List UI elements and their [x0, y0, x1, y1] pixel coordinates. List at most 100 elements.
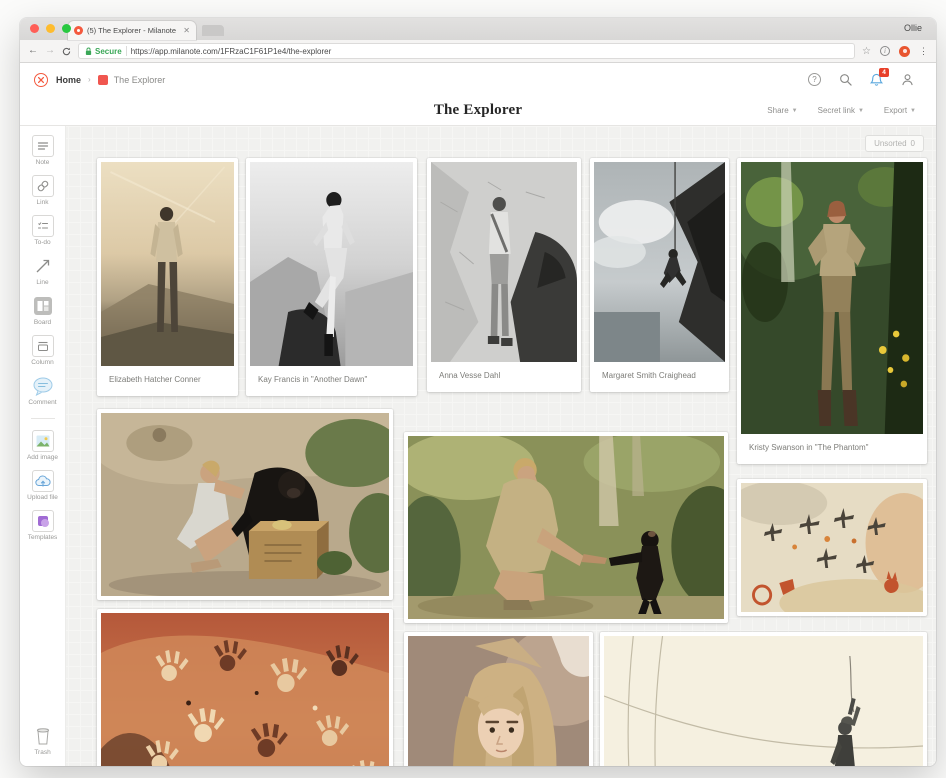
tool-column[interactable]: Column [20, 335, 65, 366]
board-icon [32, 295, 54, 317]
image-card-rock-art-animals[interactable] [737, 479, 927, 616]
breadcrumb-home[interactable]: Home [56, 75, 81, 85]
milanote-extension-icon[interactable] [899, 46, 910, 57]
app-header: Home › The Explorer ? 4 [20, 63, 936, 96]
tools-sidebar: Note Link To-do Line Board Column [20, 126, 66, 766]
tab-title: (5) The Explorer - Milanote [87, 26, 179, 35]
card-caption[interactable]: Margaret Smith Craighead [594, 362, 725, 388]
unsorted-badge[interactable]: Unsorted 0 [865, 135, 924, 152]
photo-jane-goodall-chimp-box [101, 413, 389, 596]
back-icon[interactable]: ← [28, 46, 38, 56]
templates-icon [32, 510, 54, 532]
tool-line[interactable]: Line [20, 255, 65, 286]
image-card-anna-vesse-dahl[interactable]: Anna Vesse Dahl [427, 158, 581, 392]
bookmark-star-icon[interactable]: ☆ [862, 46, 871, 57]
secret-link-button[interactable]: Secret link▼ [818, 106, 864, 115]
tool-trash[interactable]: Trash [20, 725, 65, 756]
photo-elizabeth-hatcher-conner [101, 162, 234, 366]
window-controls[interactable] [30, 24, 71, 33]
photo-anna-vesse-dahl [431, 162, 577, 362]
header-actions: ? 4 [808, 73, 914, 87]
browser-window: (5) The Explorer - Milanote ✕ Ollie ← → … [20, 18, 936, 766]
chevron-down-icon: ▼ [792, 108, 798, 114]
secure-indicator[interactable]: Secure [85, 47, 122, 56]
photo-illustrated-girl [408, 636, 589, 766]
new-tab-button[interactable] [202, 25, 224, 36]
photo-sketch-explorer [604, 636, 923, 766]
board-color-icon [98, 75, 108, 85]
address-bar[interactable]: Secure https://app.milanote.com/1FRzaC1F… [78, 43, 855, 59]
board-title-bar: The Explorer Share▼ Secret link▼ Export▼ [20, 96, 936, 126]
link-icon [32, 175, 54, 197]
comment-icon [32, 375, 54, 397]
image-card-cave-of-hands[interactable] [97, 609, 393, 766]
image-card-jane-goodall-reaching[interactable] [404, 432, 728, 623]
zoom-window-button[interactable] [62, 24, 71, 33]
image-card-margaret-smith-craighead[interactable]: Margaret Smith Craighead [590, 158, 729, 392]
browser-tab[interactable]: (5) The Explorer - Milanote ✕ [68, 21, 196, 40]
account-icon[interactable] [901, 73, 914, 86]
image-card-jane-goodall-box[interactable] [97, 409, 393, 600]
padlock-icon [85, 47, 92, 56]
breadcrumb-chevron-icon: › [88, 75, 91, 84]
chrome-actions: ☆ i ⋮ [862, 46, 928, 57]
notifications-bell-icon[interactable]: 4 [870, 73, 883, 87]
tool-templates[interactable]: Templates [20, 510, 65, 541]
breadcrumb-board[interactable]: The Explorer [114, 75, 166, 85]
tool-board[interactable]: Board [20, 295, 65, 326]
tab-close-icon[interactable]: ✕ [183, 26, 190, 35]
tool-upload-file[interactable]: Upload file [20, 470, 65, 501]
tool-link[interactable]: Link [20, 175, 65, 206]
photo-jane-goodall-reaching-chimp [408, 436, 724, 619]
minimize-window-button[interactable] [46, 24, 55, 33]
photo-kristy-swanson-the-phantom [741, 162, 923, 434]
toolbar-divider [31, 418, 55, 419]
browser-profile-name[interactable]: Ollie [904, 23, 922, 33]
tool-comment[interactable]: Comment [20, 375, 65, 406]
browser-menu-icon[interactable]: ⋮ [919, 46, 928, 57]
url-text: https://app.milanote.com/1FRzaC1F61P1e4/… [131, 47, 332, 56]
milanote-logo[interactable] [34, 73, 48, 87]
forward-icon: → [45, 46, 55, 56]
share-button[interactable]: Share▼ [767, 106, 797, 115]
secure-label: Secure [95, 47, 122, 56]
card-caption[interactable]: Kristy Swanson in "The Phantom" [741, 434, 923, 460]
image-card-kay-francis[interactable]: Kay Francis in "Another Dawn" [246, 158, 417, 396]
export-button[interactable]: Export▼ [884, 106, 916, 115]
note-icon [32, 135, 54, 157]
image-card-kristy-swanson[interactable]: Kristy Swanson in "The Phantom" [737, 158, 927, 464]
image-card-illustrated-girl[interactable] [404, 632, 593, 766]
arrow-icon [32, 255, 54, 277]
tool-note[interactable]: Note [20, 135, 65, 166]
tool-todo[interactable]: To-do [20, 215, 65, 246]
card-caption[interactable]: Kay Francis in "Another Dawn" [250, 366, 413, 392]
close-window-button[interactable] [30, 24, 39, 33]
info-icon[interactable]: i [880, 46, 890, 56]
divider [126, 46, 127, 56]
notification-badge: 4 [879, 68, 889, 77]
milanote-favicon [74, 26, 83, 35]
upload-icon [32, 470, 54, 492]
photo-kay-francis-another-dawn [250, 162, 413, 366]
image-card-elizabeth-hatcher-conner[interactable]: Elizabeth Hatcher Conner [97, 158, 238, 396]
photo-cave-of-hands [101, 613, 389, 766]
refresh-icon[interactable] [62, 47, 71, 56]
image-card-sketch-explorer[interactable] [600, 632, 927, 766]
board-menus: Share▼ Secret link▼ Export▼ [767, 96, 916, 125]
tool-add-image[interactable]: Add image [20, 430, 65, 461]
card-caption[interactable]: Elizabeth Hatcher Conner [101, 366, 234, 392]
chevron-down-icon: ▼ [910, 108, 916, 114]
board-canvas[interactable]: Note Link To-do Line Board Column [20, 126, 936, 766]
trash-icon [32, 725, 54, 747]
card-caption[interactable]: Anna Vesse Dahl [431, 362, 577, 388]
search-icon[interactable] [839, 73, 852, 86]
browser-toolbar: ← → Secure https://app.milanote.com/1FRz… [20, 40, 936, 63]
column-icon [32, 335, 54, 357]
todo-icon [32, 215, 54, 237]
image-icon [32, 430, 54, 452]
browser-tabbar: (5) The Explorer - Milanote ✕ Ollie [20, 18, 936, 40]
help-icon[interactable]: ? [808, 73, 821, 86]
photo-rock-art-animals [741, 483, 923, 612]
page-title: The Explorer [434, 102, 522, 119]
photo-margaret-smith-craighead [594, 162, 725, 362]
